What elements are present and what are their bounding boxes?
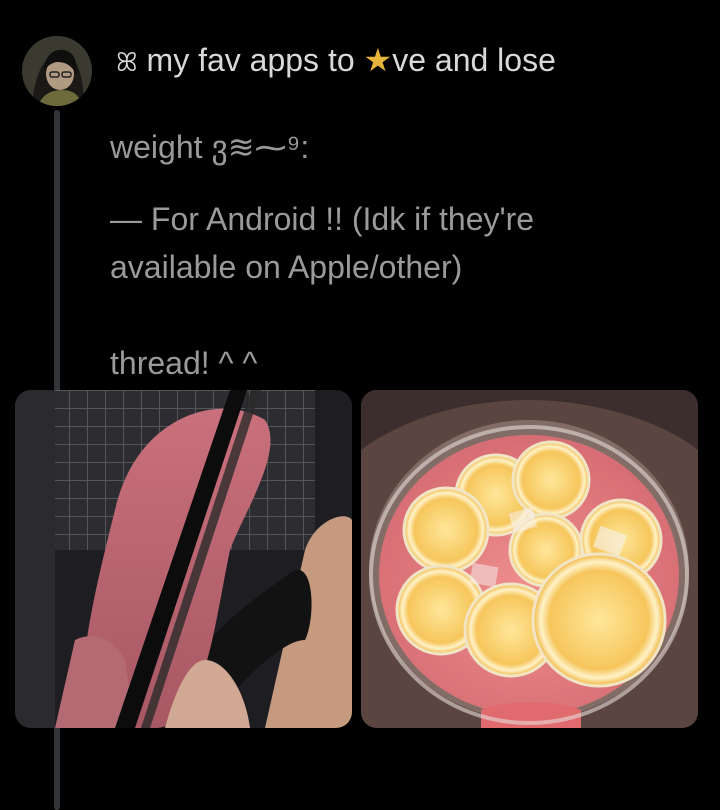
tweet-text-segment: ve and lose bbox=[392, 42, 556, 78]
tweet-line-1: ꕤ my fav apps to ★ve and lose bbox=[116, 36, 700, 87]
flower-symbol: ꕤ bbox=[116, 48, 138, 78]
avatar-image bbox=[22, 36, 92, 106]
tweet-line-4: available on Apple/other) bbox=[110, 249, 463, 285]
tweet-line-2: weight ვ≋⁓⁹: bbox=[110, 129, 310, 165]
photo-pink-hair-girl bbox=[15, 390, 352, 728]
media-photo-right[interactable] bbox=[361, 390, 698, 728]
tweet-line-3: — For Android !! (Idk if they're bbox=[110, 201, 535, 237]
tweet-text: ꕤ my fav apps to ★ve and lose weight ვ≋⁓… bbox=[110, 36, 700, 387]
tweet-text-segment: my fav apps to bbox=[137, 42, 364, 78]
media-photo-left[interactable] bbox=[15, 390, 352, 728]
star-emoji: ★ bbox=[363, 42, 393, 78]
photo-pink-lemonade-glass bbox=[361, 390, 698, 728]
tweet-line-5: thread! ^ ^ bbox=[110, 345, 258, 381]
avatar[interactable] bbox=[22, 36, 92, 106]
